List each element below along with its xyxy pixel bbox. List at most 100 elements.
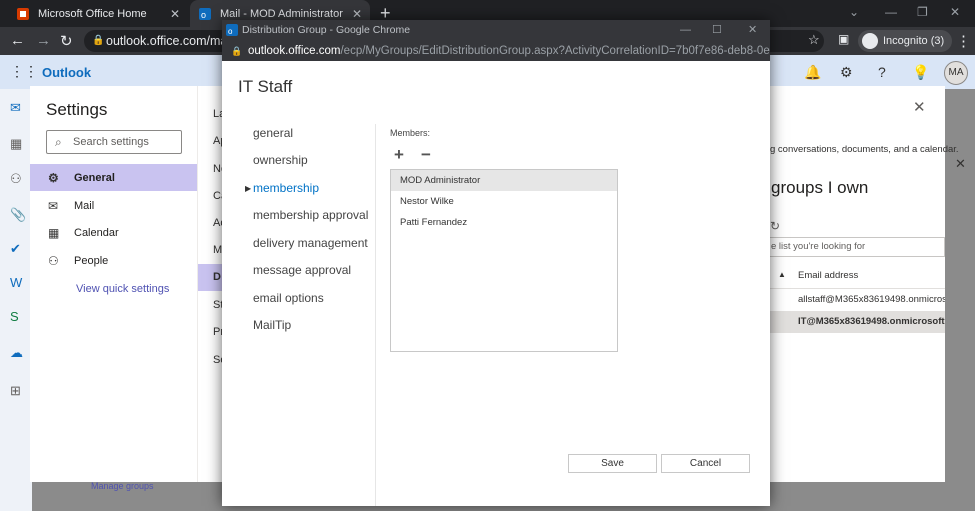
add-member-button[interactable]: +	[394, 145, 404, 165]
todo-rail-icon[interactable]: ✔	[10, 241, 21, 257]
distribution-group-popup: o Distribution Group - Google Chrome — ☐…	[222, 20, 770, 506]
search-placeholder: Search settings	[73, 136, 149, 148]
app-rail: ✉ ▦ ⚇ 📎 ✔ W S ☁ ⊞	[0, 89, 32, 511]
tab-search-icon[interactable]: ⌄	[849, 5, 859, 19]
side-panel-icon[interactable]: ▣	[838, 32, 849, 46]
refresh-icon[interactable]: ↻	[770, 219, 780, 233]
members-list: MOD Administrator Nestor Wilke Patti Fer…	[390, 169, 618, 352]
close-icon[interactable]: ✕	[913, 98, 926, 116]
dismiss-icon[interactable]: ✕	[955, 156, 966, 172]
members-label: Members:	[390, 128, 431, 138]
back-icon[interactable]: ←	[10, 32, 25, 49]
nav-email-options[interactable]: email options	[253, 291, 324, 305]
settings-nav-label: General	[74, 171, 115, 184]
settings-title: Settings	[46, 100, 108, 119]
email-column-header[interactable]: Email address	[798, 270, 858, 281]
calendar-rail-icon[interactable]: ▦	[10, 136, 22, 152]
table-row-selected[interactable]: IT@M365x83619498.onmicrosoft....	[768, 311, 945, 333]
view-quick-settings-link[interactable]: View quick settings	[76, 283, 169, 295]
incognito-label: Incognito (3)	[883, 35, 945, 47]
people-icon: ⚇	[48, 253, 59, 268]
popup-url-host: outlook.office.com	[248, 45, 341, 57]
close-window-icon[interactable]: ✕	[950, 5, 960, 19]
cancel-button[interactable]: Cancel	[661, 454, 750, 473]
app-launcher-icon[interactable]: ⋮⋮	[10, 63, 38, 80]
popup-close-icon[interactable]: ✕	[748, 20, 757, 41]
nav-ownership[interactable]: ownership	[253, 153, 308, 167]
settings-nav-mail[interactable]: ✉ Mail	[30, 192, 197, 219]
incognito-icon	[862, 33, 878, 49]
groups-description: g conversations, documents, and a calend…	[770, 144, 959, 155]
incognito-profile-button[interactable]: Incognito (3)	[858, 30, 953, 52]
help-icon[interactable]: ?	[878, 64, 886, 80]
outlook-brand[interactable]: Outlook	[42, 65, 91, 80]
remove-member-button[interactable]: −	[421, 145, 431, 165]
mail-icon: ✉	[48, 198, 59, 213]
close-tab-icon[interactable]: ✕	[352, 7, 362, 21]
nav-mailtip[interactable]: MailTip	[253, 318, 291, 332]
onedrive-rail-icon[interactable]: ☁	[10, 345, 23, 361]
popup-address-bar[interactable]: 🔒 outlook.office.com/ecp/MyGroups/EditDi…	[222, 41, 770, 61]
search-icon: ⌕	[55, 135, 62, 149]
outlook-icon: o	[199, 7, 211, 20]
settings-nav-calendar[interactable]: ▦ Calendar	[30, 219, 197, 246]
chrome-menu-icon[interactable]: ⋮	[956, 32, 971, 50]
list-item[interactable]: Nestor Wilke	[391, 191, 617, 212]
settings-nav-label: Calendar	[74, 226, 119, 239]
groups-table-header: ▲ Email address	[768, 263, 945, 289]
lock-icon: 🔒	[92, 35, 105, 46]
svg-text:o: o	[228, 27, 233, 36]
people-rail-icon[interactable]: ⚇	[10, 171, 22, 187]
lightbulb-icon[interactable]: 💡	[912, 64, 929, 81]
list-item[interactable]: MOD Administrator	[391, 170, 617, 191]
list-item[interactable]: Patti Fernandez	[391, 212, 617, 233]
url-text: outlook.office.com/mail/	[106, 34, 237, 48]
nav-general[interactable]: general	[253, 126, 293, 140]
settings-gear-icon[interactable]: ⚙	[840, 64, 853, 81]
lock-icon: 🔒	[231, 46, 243, 56]
office-icon	[17, 7, 29, 20]
settings-nav-label: Mail	[74, 199, 95, 212]
popup-maximize-icon[interactable]: ☐	[712, 20, 722, 41]
manage-groups-link[interactable]: Manage groups	[91, 481, 154, 491]
outlook-icon: o	[226, 24, 238, 36]
popup-url-path: /ecp/MyGroups/EditDistributionGroup.aspx…	[340, 45, 770, 57]
nav-membership[interactable]: membership	[253, 181, 319, 195]
groups-filter-input[interactable]: e list you're looking for	[768, 237, 945, 257]
sort-up-icon[interactable]: ▲	[778, 270, 786, 279]
nav-membership-approval[interactable]: membership approval	[253, 208, 368, 222]
bell-icon[interactable]: 🔔	[804, 64, 821, 81]
close-tab-icon[interactable]: ✕	[170, 7, 180, 21]
tab-office-home[interactable]: Microsoft Office Home ✕	[8, 0, 188, 27]
excel-rail-icon[interactable]: S	[10, 309, 19, 324]
dialog-divider	[375, 124, 376, 506]
bookmark-star-icon[interactable]: ☆	[808, 32, 820, 48]
settings-search-input[interactable]: ⌕ Search settings	[46, 130, 182, 154]
avatar[interactable]: MA	[944, 61, 968, 85]
svg-text:o: o	[201, 10, 206, 20]
popup-minimize-icon[interactable]: —	[680, 20, 691, 41]
nav-delivery-management[interactable]: delivery management	[253, 236, 368, 250]
minimize-icon[interactable]: —	[885, 5, 897, 19]
nav-message-approval[interactable]: message approval	[253, 263, 351, 277]
caret-right-icon: ▶	[245, 184, 252, 193]
restore-icon[interactable]: ❐	[917, 5, 928, 19]
calendar-icon: ▦	[48, 225, 60, 240]
settings-nav-people[interactable]: ⚇ People	[30, 247, 197, 274]
word-rail-icon[interactable]: W	[10, 275, 22, 290]
groups-heading: groups I own	[771, 178, 869, 197]
table-row[interactable]: allstaff@M365x83619498.onmicros...	[768, 289, 945, 311]
forward-icon[interactable]: →	[36, 32, 51, 49]
settings-nav-general[interactable]: ⚙ General	[30, 164, 197, 191]
tab-label: Microsoft Office Home	[38, 7, 147, 20]
settings-sub-item[interactable]: M	[213, 244, 222, 256]
apps-rail-icon[interactable]: ⊞	[10, 383, 21, 399]
mail-rail-icon[interactable]: ✉	[10, 100, 21, 116]
popup-window-title: Distribution Group - Google Chrome	[242, 24, 411, 36]
tab-label: Mail - MOD Administrator - Outl	[220, 7, 346, 20]
reload-icon[interactable]: ↻	[60, 32, 73, 50]
attach-rail-icon[interactable]: 📎	[10, 207, 26, 223]
save-button[interactable]: Save	[568, 454, 657, 473]
settings-nav-label: People	[74, 254, 109, 267]
dialog-title: IT Staff	[238, 77, 293, 96]
